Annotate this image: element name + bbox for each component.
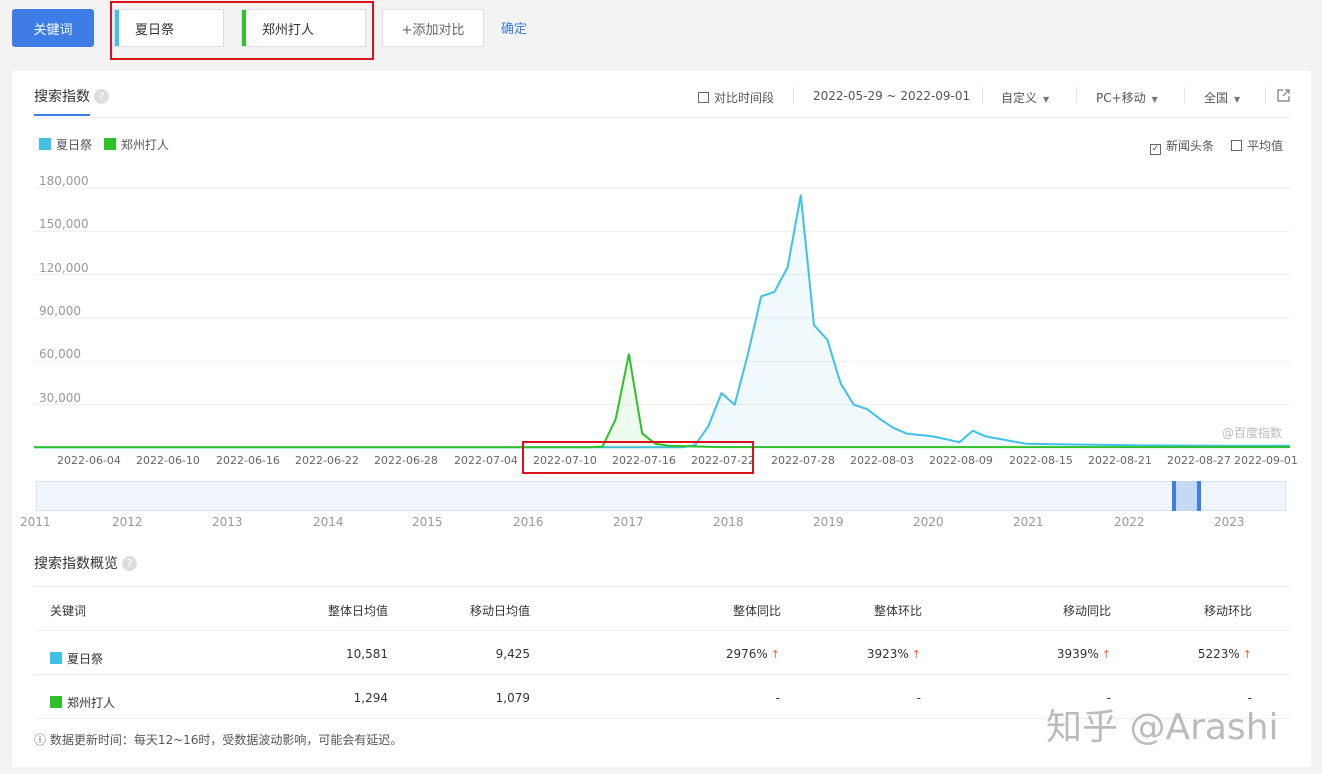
series-line[interactable] [34,194,1291,449]
cell-mobile-mom: 5223% ↑ [1198,647,1252,661]
col-header-mobile-mom: 移动环比 [1204,604,1253,618]
timeline-handle-left[interactable] [1172,481,1176,511]
cell-value: 2976% [725,647,768,661]
timeline-year: 2017 [613,515,644,529]
timeline-year: 2016 [513,515,544,529]
highlight-box [522,441,754,474]
cell-yoy: - [775,691,780,705]
x-tick-label: 2022-08-15 [1009,454,1073,467]
cell-mom: 3923% ↑ [867,647,921,661]
cell-value: 5223% [1197,647,1240,661]
table-row-keyword: 郑州打人 [50,694,115,711]
col-header-keyword: 关键词 [50,604,87,618]
series-area [34,354,1290,448]
col-header-mobile-yoy: 移动同比 [1063,604,1112,618]
cell-mobile-avg: 9,425 [495,647,530,661]
series-area [34,195,1290,448]
timeline-year: 2021 [1013,515,1044,529]
zhihu-watermark: 知乎 @Arashi [1046,707,1279,748]
divider [34,630,1290,631]
timeline-year: 2013 [212,515,243,529]
cell-yoy: 2976% ↑ [726,647,780,661]
help-icon[interactable]: ? [122,556,137,571]
timeline-year: 2018 [713,515,744,529]
timeline-year: 2011 [20,515,51,529]
x-tick-label: 2022-06-04 [57,454,121,467]
x-tick-label: 2022-06-22 [295,454,359,467]
x-tick-label: 2022-09-01 [1234,454,1298,467]
keyword-swatch [50,696,62,708]
cell-overall-avg: 1,294 [353,691,388,705]
cell-value: 3923% [866,647,909,661]
x-tick-label: 2022-07-28 [771,454,835,467]
x-tick-label: 2022-08-27 [1167,454,1231,467]
baidu-index-watermark: @百度指数 [1222,426,1283,440]
timeline-year: 2022 [1114,515,1145,529]
timeline-year: 2014 [313,515,344,529]
divider [34,674,1290,675]
cell-value: 3939% [1056,647,1099,661]
divider [34,586,1290,587]
arrow-up-icon: ↑ [1101,648,1111,661]
series-line[interactable] [34,353,1290,449]
keyword-label: 夏日祭 [67,652,104,666]
timeline-year: 2012 [112,515,143,529]
keyword-label: 郑州打人 [67,696,116,710]
x-tick-label: 2022-08-03 [850,454,914,467]
col-header-overall-avg: 整体日均值 [328,604,389,618]
x-tick-label: 2022-07-04 [454,454,518,467]
col-header-mobile-avg: 移动日均值 [470,604,531,618]
x-tick-label: 2022-08-21 [1088,454,1152,467]
keyword-swatch [50,652,62,664]
search-index-chart [34,187,1291,449]
cell-overall-avg: 10,581 [346,647,388,661]
cell-mobile-avg: 1,079 [495,691,530,705]
arrow-up-icon: ↑ [770,648,780,661]
timeline-track[interactable] [36,481,1286,511]
x-tick-label: 2022-06-10 [136,454,200,467]
timeline-year: 2015 [412,515,443,529]
timeline-year: 2019 [813,515,844,529]
timeline-year: 2023 [1214,515,1245,529]
col-header-mom: 整体环比 [874,604,923,618]
overview-title: 搜索指数概览 [34,556,118,572]
x-tick-label: 2022-08-09 [929,454,993,467]
arrow-up-icon: ↑ [1242,648,1252,661]
x-tick-label: 2022-06-16 [216,454,280,467]
x-tick-label: 2022-06-28 [374,454,438,467]
cell-mobile-yoy: 3939% ↑ [1057,647,1111,661]
arrow-up-icon: ↑ [911,648,921,661]
timeline-year: 2020 [913,515,944,529]
col-header-yoy: 整体同比 [733,604,782,618]
cell-mom: - [916,691,921,705]
overview-header: 搜索指数概览? [34,553,137,573]
timeline-handle-right[interactable] [1197,481,1201,511]
update-footnote: ⓘ 数据更新时间：每天12~16时，受数据波动影响，可能会有延迟。 [34,733,403,747]
table-row-keyword: 夏日祭 [50,650,103,667]
